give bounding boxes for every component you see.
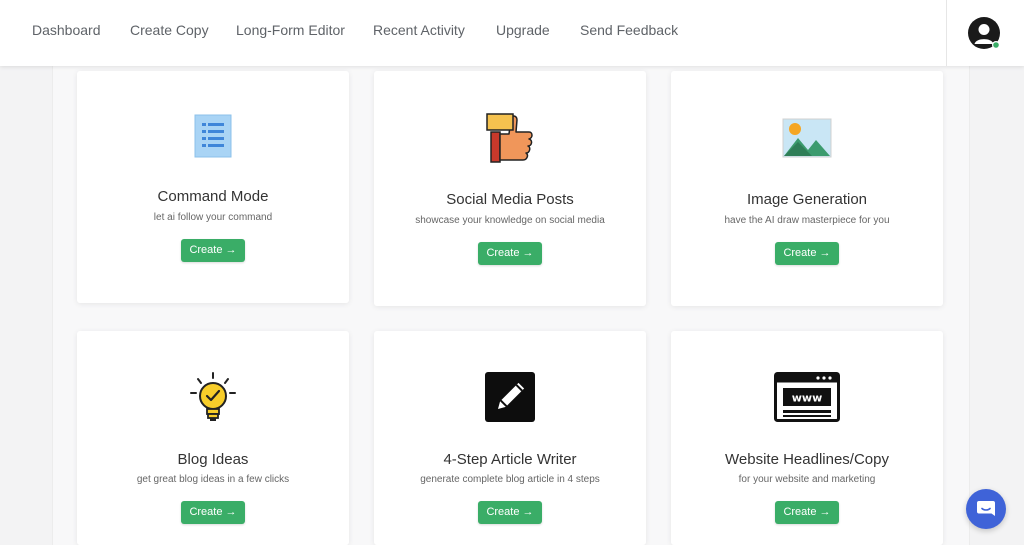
nav-send-feedback[interactable]: Send Feedback: [580, 22, 678, 38]
card-article-writer: 4-Step Article Writer generate complete …: [374, 331, 646, 545]
card-website-headlines: www Website Headlines/Copy for your webs…: [671, 331, 943, 545]
card-blog-ideas: Blog Ideas get great blog ideas in a few…: [77, 331, 349, 545]
card-description: let ai follow your command: [153, 212, 273, 223]
card-title: Website Headlines/Copy: [725, 451, 889, 468]
nav-create-copy[interactable]: Create Copy: [130, 22, 209, 38]
card-description: generate complete blog article in 4 step…: [420, 474, 600, 485]
create-article-writer-button[interactable]: Create →: [478, 501, 542, 524]
card-description: showcase your knowledge on social media: [415, 215, 605, 226]
card-title: Command Mode: [157, 188, 269, 205]
thumbs-up-icon: [374, 112, 646, 164]
chat-icon[interactable]: [966, 489, 1006, 529]
top-nav: Dashboard Create Copy Long-Form Editor R…: [0, 0, 1024, 66]
image-icon: [671, 118, 943, 158]
online-status-dot: [993, 42, 999, 48]
card-description: get great blog ideas in a few clicks: [136, 474, 290, 485]
nav-dashboard[interactable]: Dashboard: [32, 22, 101, 38]
card-image-generation: Image Generation have the AI draw master…: [671, 71, 943, 306]
user-avatar-icon[interactable]: [966, 17, 1002, 51]
nav-recent-activity[interactable]: Recent Activity: [373, 22, 465, 38]
card-description: for your website and marketing: [738, 474, 876, 485]
create-website-headlines-button[interactable]: Create →: [775, 501, 839, 524]
nav-upgrade[interactable]: Upgrade: [496, 22, 550, 38]
card-title: Social Media Posts: [446, 191, 574, 208]
www-browser-icon: www: [671, 372, 943, 422]
card-social-media-posts: Social Media Posts showcase your knowled…: [374, 71, 646, 306]
card-title: 4-Step Article Writer: [443, 451, 577, 468]
pencil-icon: [374, 372, 646, 422]
card-title: Blog Ideas: [177, 451, 249, 468]
card-description: have the AI draw masterpiece for you: [724, 215, 890, 226]
create-blog-ideas-button[interactable]: Create →: [181, 501, 245, 524]
nav-long-form-editor[interactable]: Long-Form Editor: [236, 22, 345, 38]
lightbulb-icon: [77, 371, 349, 425]
create-command-mode-button[interactable]: Create →: [181, 239, 245, 262]
svg-text:www: www: [792, 392, 823, 405]
card-command-mode: Command Mode let ai follow your command …: [77, 71, 349, 303]
nav-divider: [946, 0, 947, 66]
create-image-generation-button[interactable]: Create →: [775, 242, 839, 265]
list-icon: [77, 114, 349, 158]
create-social-media-posts-button[interactable]: Create →: [478, 242, 542, 265]
card-title: Image Generation: [746, 191, 868, 208]
